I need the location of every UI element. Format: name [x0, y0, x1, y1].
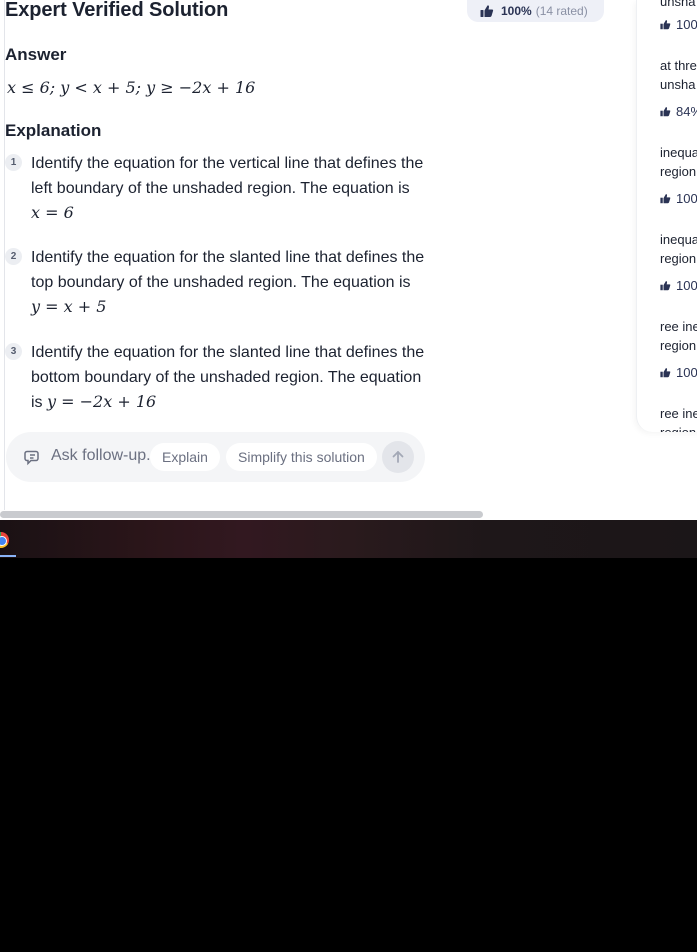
solution-page: Expert Verified Solution Answer x ≤ 6; y… — [0, 0, 697, 520]
related-question-text[interactable]: region — [660, 249, 696, 269]
send-button[interactable] — [382, 441, 414, 473]
step-number: 1 — [5, 154, 22, 171]
page-title: Expert Verified Solution — [5, 0, 229, 21]
related-question-rating: 100 — [660, 278, 697, 293]
related-question-text[interactable]: inequa — [660, 230, 697, 250]
related-questions-panel: unsha 100 at thre unsha 84% inequa regio… — [636, 0, 697, 432]
thumbs-up-icon — [660, 281, 671, 291]
simplify-solution-chip[interactable]: Simplify this solution — [226, 443, 377, 471]
related-question-text[interactable]: ree ine — [660, 404, 697, 424]
explain-chip[interactable]: Explain — [150, 443, 220, 471]
step-description: Identify the equation for the slanted li… — [31, 249, 425, 291]
related-question-rating: 100 — [660, 17, 697, 32]
related-question-rating: 100 — [660, 365, 697, 380]
thumbs-up-icon — [660, 107, 671, 117]
step-equation: x = 6 — [31, 203, 74, 222]
rating-value: 100 — [676, 191, 697, 206]
related-question-text[interactable]: unsha — [660, 75, 695, 95]
related-question-rating: 84% — [660, 104, 697, 119]
thumbs-up-icon — [660, 20, 671, 30]
step-number: 3 — [5, 343, 22, 360]
rating-value: 100 — [676, 17, 697, 32]
solution-column: Expert Verified Solution Answer x ≤ 6; y… — [0, 0, 440, 510]
ask-followup-bar[interactable]: Ask follow-up. Explain Simplify this sol… — [6, 432, 425, 482]
related-question-text[interactable]: region — [660, 336, 696, 356]
active-app-indicator — [0, 555, 16, 557]
related-question-text[interactable]: region — [660, 423, 696, 432]
step-description: Identify the equation for the vertical l… — [31, 155, 424, 197]
step-text: Identify the equation for the slanted li… — [31, 246, 431, 320]
explanation-heading: Explanation — [5, 121, 102, 140]
rating-badge: 100% (14 rated) — [467, 0, 604, 22]
related-question-text[interactable]: region — [660, 162, 696, 182]
step-text: Identify the equation for the vertical l… — [31, 152, 431, 226]
rating-value: 100 — [676, 365, 697, 380]
related-question-text[interactable]: inequa — [660, 143, 697, 163]
thumbs-up-icon — [660, 194, 671, 204]
thumbs-up-icon — [660, 368, 671, 378]
answer-heading: Answer — [5, 45, 67, 64]
step-text: Identify the equation for the slanted li… — [31, 341, 431, 416]
rating-value: 100 — [676, 278, 697, 293]
related-question-text[interactable]: ree ine — [660, 317, 697, 337]
step-number: 2 — [5, 248, 22, 265]
taskbar — [0, 520, 697, 558]
rating-count: (14 rated) — [535, 4, 588, 18]
related-question-text[interactable]: unsha — [660, 0, 695, 12]
rating-value: 84% — [676, 104, 697, 119]
thumbs-up-icon — [480, 5, 494, 18]
related-question-rating: 100 — [660, 191, 697, 206]
step-equation: y = x + 5 — [31, 297, 107, 316]
ask-followup-icon — [24, 450, 39, 466]
step-equation: y = −2x + 16 — [47, 392, 157, 411]
horizontal-scrollbar[interactable] — [0, 511, 483, 518]
answer-math: x ≤ 6; y < x + 5; y ≥ −2x + 16 — [7, 78, 256, 97]
followup-input[interactable]: Ask follow-up. — [51, 447, 151, 465]
rating-percent: 100% — [501, 4, 532, 18]
arrow-up-icon — [392, 451, 404, 463]
related-question-text[interactable]: at thre — [660, 56, 697, 76]
